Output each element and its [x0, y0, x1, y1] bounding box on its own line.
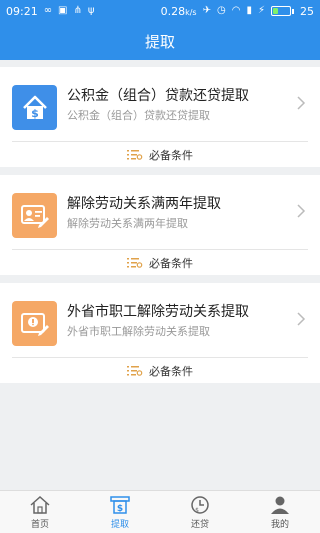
option-subtitle: 外省市职工解除劳动关系提取: [67, 325, 210, 338]
svg-text:$: $: [31, 107, 39, 120]
home-icon: [30, 495, 50, 514]
requirements-label: 必备条件: [149, 148, 193, 162]
tab-repay[interactable]: $ 还贷: [160, 491, 240, 533]
withdraw-option-loan-repayment[interactable]: $ 公积金（组合）贷款还贷提取 公积金（组合）贷款还贷提取 必备条件: [0, 67, 320, 167]
option-row[interactable]: $ 公积金（组合）贷款还贷提取 公积金（组合）贷款还贷提取: [0, 67, 320, 139]
certificate-icon: [12, 301, 57, 346]
signal-icon: ▮: [246, 5, 252, 16]
status-bar: 09:21 ∞ ▣ ⋔ ψ 0.28k/s ✈ ◷ ◠ ▮ ⚡ 25: [0, 0, 320, 22]
user-icon: [271, 496, 289, 514]
checklist-icon: [127, 257, 143, 268]
option-row[interactable]: 外省市职工解除劳动关系提取 外省市职工解除劳动关系提取: [0, 283, 320, 355]
option-subtitle: 解除劳动关系满两年提取: [67, 217, 188, 230]
requirements-label: 必备条件: [149, 364, 193, 378]
nav-bar: 提取: [0, 22, 320, 60]
battery-level: 25: [300, 4, 314, 18]
tab-withdraw[interactable]: $ 提取: [80, 491, 160, 533]
svg-text:$: $: [195, 507, 199, 514]
withdraw-option-out-of-province[interactable]: 外省市职工解除劳动关系提取 外省市职工解除劳动关系提取 必备条件: [0, 283, 320, 383]
status-time: 09:21: [6, 4, 38, 18]
requirements-label: 必备条件: [149, 256, 193, 270]
page-title: 提取: [144, 32, 175, 51]
requirements-link[interactable]: 必备条件: [0, 358, 320, 383]
option-row[interactable]: 解除劳动关系满两年提取 解除劳动关系满两年提取: [0, 175, 320, 247]
chevron-right-icon: [297, 204, 306, 218]
tab-label: 提取: [110, 520, 129, 530]
network-speed: 0.28k/s: [160, 4, 197, 18]
usb-icon: ψ: [87, 5, 95, 16]
checklist-icon: [127, 149, 143, 160]
svg-text:$: $: [117, 504, 123, 514]
chevron-right-icon: [297, 312, 306, 326]
requirements-link[interactable]: 必备条件: [0, 250, 320, 275]
alarm-icon: ✈: [202, 5, 211, 16]
option-title: 公积金（组合）贷款还贷提取: [67, 88, 249, 104]
share-icon: ⋔: [73, 5, 82, 16]
charging-icon: ⚡: [257, 5, 265, 16]
repay-clock-icon: $: [191, 496, 209, 514]
tab-label: 还贷: [190, 520, 209, 530]
battery-icon: [271, 6, 294, 16]
requirements-link[interactable]: 必备条件: [0, 142, 320, 167]
chevron-right-icon: [297, 96, 306, 110]
withdraw-option-two-years[interactable]: 解除劳动关系满两年提取 解除劳动关系满两年提取 必备条件: [0, 175, 320, 275]
checklist-icon: [127, 365, 143, 376]
clock-icon: ◷: [216, 5, 226, 16]
house-dollar-icon: $: [12, 85, 57, 130]
bottom-tab-bar: 首页 $ 提取 $ 还贷 我的: [0, 490, 320, 533]
tab-label: 我的: [270, 520, 289, 530]
option-title: 解除劳动关系满两年提取: [67, 196, 221, 212]
withdraw-icon: $: [110, 496, 130, 514]
option-title: 外省市职工解除劳动关系提取: [67, 304, 249, 320]
tab-mine[interactable]: 我的: [240, 491, 320, 533]
option-subtitle: 公积金（组合）贷款还贷提取: [67, 109, 210, 122]
infinity-icon: ∞: [43, 5, 53, 16]
id-card-pen-icon: [12, 193, 57, 238]
tab-home[interactable]: 首页: [0, 491, 80, 533]
tab-label: 首页: [30, 520, 49, 530]
image-icon: ▣: [58, 5, 68, 16]
wifi-icon: ◠: [231, 5, 241, 16]
